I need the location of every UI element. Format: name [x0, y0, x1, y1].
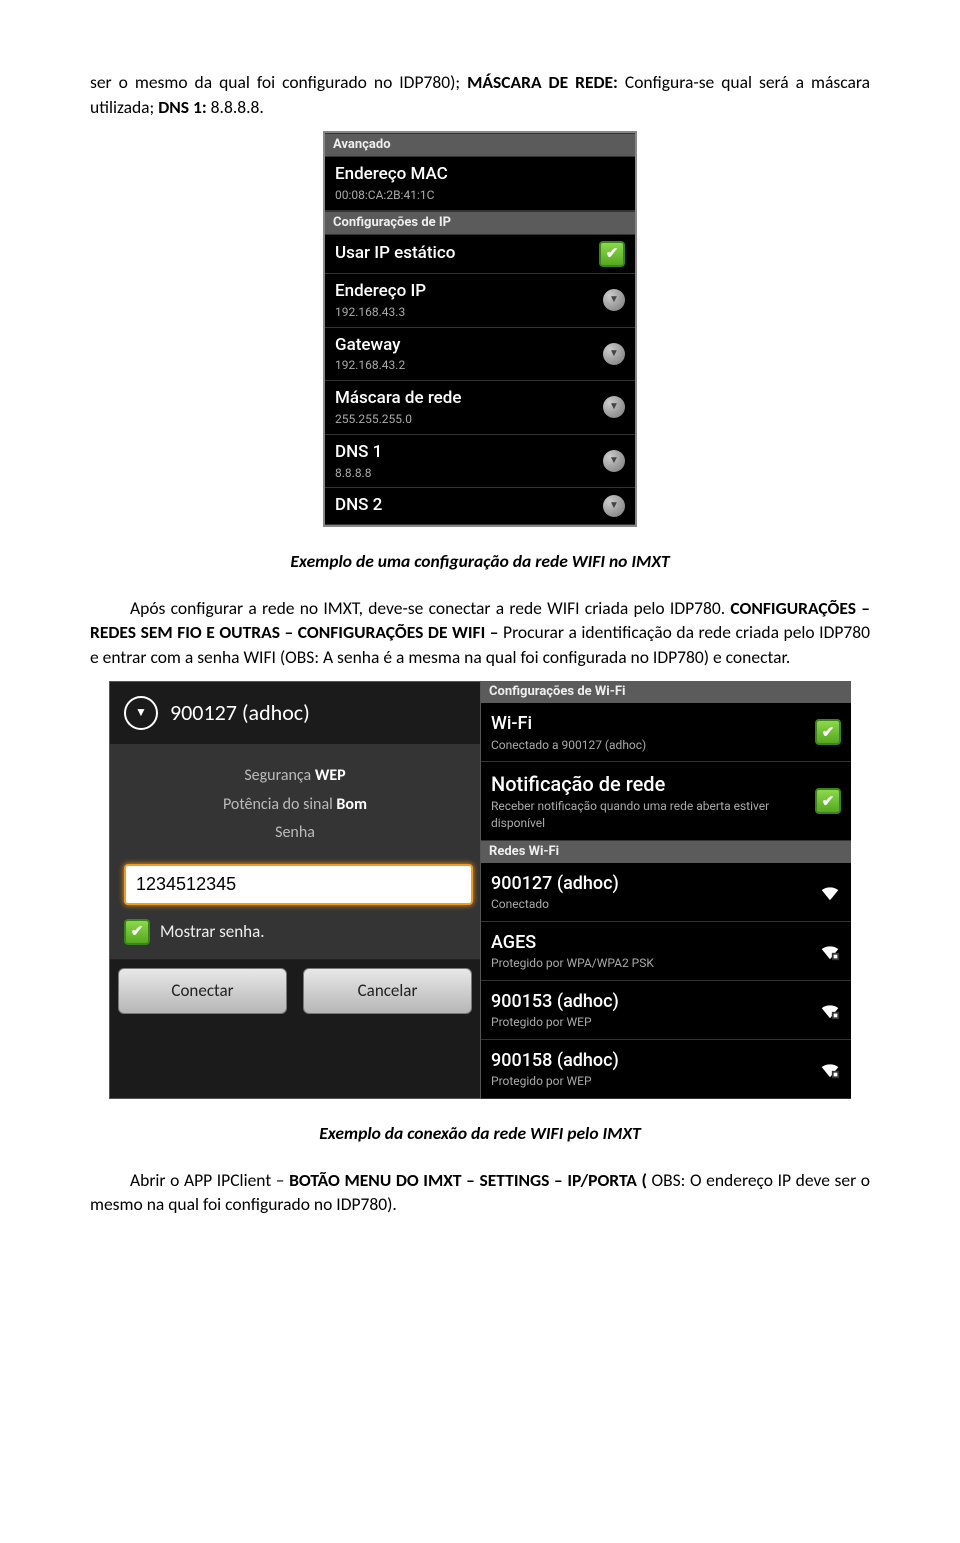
chevron-down-icon: [603, 450, 625, 472]
gateway-title: Gateway: [335, 334, 603, 358]
security-value: WEP: [315, 766, 346, 785]
screenshot-advanced-settings: Avançado Endereço MAC 00:08:CA:2B:41:1C …: [90, 131, 870, 527]
row-netmask[interactable]: Máscara de rede 255.255.255.0: [325, 381, 635, 435]
signal-label: Potência do sinal: [223, 795, 333, 814]
row-wifi-toggle[interactable]: Wi-Fi Conectado a 900127 (adhoc): [481, 703, 851, 762]
mac-value: 00:08:CA:2B:41:1C: [335, 187, 625, 204]
row-dns1[interactable]: DNS 1 8.8.8.8: [325, 435, 635, 489]
checkbox-notification[interactable]: [815, 788, 841, 814]
cancel-button[interactable]: Cancelar: [303, 968, 472, 1014]
row-network-notification[interactable]: Notificação de rede Receber notificação …: [481, 762, 851, 841]
notif-sub: Receber notificação quando uma rede aber…: [491, 798, 815, 832]
net1-sub: Conectado: [491, 896, 813, 913]
security-label: Segurança: [244, 766, 311, 785]
wifi-title: Wi-Fi: [491, 711, 815, 736]
intro-mascara-bold: MÁSCARA DE REDE:: [467, 71, 618, 93]
netmask-title: Máscara de rede: [335, 387, 603, 411]
netmask-value: 255.255.255.0: [335, 411, 603, 428]
wifi-signal-locked-icon: [819, 999, 841, 1021]
password-input[interactable]: [124, 864, 473, 905]
wifi-signal-locked-icon: [819, 940, 841, 962]
gateway-value: 192.168.43.2: [335, 357, 603, 374]
show-password-label: Mostrar senha.: [160, 920, 265, 944]
row-ip-address[interactable]: Endereço IP 192.168.43.3: [325, 274, 635, 328]
p3-a: Abrir o APP IPClient –: [130, 1169, 289, 1191]
net2-sub: Protegido por WPA/WPA2 PSK: [491, 955, 813, 972]
signal-value: Bom: [336, 795, 367, 814]
net3-title: 900153 (adhoc): [491, 989, 813, 1014]
mac-title: Endereço MAC: [335, 163, 625, 187]
connect-button[interactable]: Conectar: [118, 968, 287, 1014]
intro-dns-bold: DNS 1:: [158, 96, 206, 118]
net1-title: 900127 (adhoc): [491, 871, 813, 896]
dns2-title: DNS 2: [335, 494, 603, 518]
checkbox-wifi-on[interactable]: [815, 719, 841, 745]
wifi-sub: Conectado a 900127 (adhoc): [491, 737, 815, 754]
static-ip-title: Usar IP estático: [335, 242, 599, 266]
net2-title: AGES: [491, 930, 813, 955]
net3-sub: Protegido por WEP: [491, 1014, 813, 1031]
security-line: Segurança WEP: [124, 765, 466, 787]
dialog-title: 900127 (adhoc): [170, 698, 310, 729]
net4-sub: Protegido por WEP: [491, 1073, 813, 1090]
chevron-down-icon: [603, 343, 625, 365]
network-item-900153[interactable]: 900153 (adhoc) Protegido por WEP: [481, 981, 851, 1040]
row-dns2[interactable]: DNS 2: [325, 488, 635, 525]
chevron-down-icon: [603, 396, 625, 418]
header-avancado: Avançado: [325, 133, 635, 157]
paragraph-app: Abrir o APP IPClient – BOTÃO MENU DO IMX…: [90, 1168, 870, 1217]
signal-line: Potência do sinal Bom: [124, 794, 466, 816]
wifi-settings-panel: Configurações de Wi-Fi Wi-Fi Conectado a…: [481, 681, 851, 1099]
chevron-down-icon: [603, 495, 625, 517]
ip-value: 192.168.43.3: [335, 304, 603, 321]
header-ip-config: Configurações de IP: [325, 211, 635, 235]
dns1-value: 8.8.8.8: [335, 465, 603, 482]
dialog-header: 900127 (adhoc): [110, 682, 480, 745]
intro-text-a: ser o mesmo da qual foi configurado no I…: [90, 71, 467, 93]
ip-title: Endereço IP: [335, 280, 603, 304]
p2-a: Após configurar a rede no IMXT, deve-se …: [130, 597, 730, 619]
dns1-title: DNS 1: [335, 441, 603, 465]
net4-title: 900158 (adhoc): [491, 1048, 813, 1073]
p3-b: BOTÃO MENU DO IMXT – SETTINGS – IP/PORTA…: [289, 1169, 647, 1191]
wifi-signal-icon: [819, 881, 841, 903]
caption-shot1: Exemplo de uma configuração da rede WIFI…: [90, 549, 870, 574]
dialog-button-row: Conectar Cancelar: [110, 959, 480, 1022]
checkbox-show-password[interactable]: [124, 919, 150, 945]
paragraph-connect: Após configurar a rede no IMXT, deve-se …: [90, 596, 870, 670]
connect-dialog: 900127 (adhoc) Segurança WEP Potência do…: [109, 681, 481, 1099]
wifi-settings-header: Configurações de Wi-Fi: [481, 681, 851, 703]
network-item-900127[interactable]: 900127 (adhoc) Conectado: [481, 863, 851, 922]
chevron-down-icon: [603, 289, 625, 311]
row-mac[interactable]: Endereço MAC 00:08:CA:2B:41:1C: [325, 157, 635, 211]
row-static-ip[interactable]: Usar IP estático: [325, 235, 635, 274]
chevron-down-icon: [124, 696, 158, 730]
caption-shot2: Exemplo da conexão da rede WIFI pelo IMX…: [90, 1121, 870, 1146]
password-label: Senha: [124, 822, 466, 844]
network-item-ages[interactable]: AGES Protegido por WPA/WPA2 PSK: [481, 922, 851, 981]
wifi-networks-header: Redes Wi-Fi: [481, 841, 851, 863]
row-gateway[interactable]: Gateway 192.168.43.2: [325, 328, 635, 382]
show-password-row[interactable]: Mostrar senha.: [124, 919, 466, 945]
network-item-900158[interactable]: 900158 (adhoc) Protegido por WEP: [481, 1040, 851, 1099]
checkbox-static-ip[interactable]: [599, 241, 625, 267]
screenshot-wifi-pair: 900127 (adhoc) Segurança WEP Potência do…: [90, 681, 870, 1099]
intro-text-e: 8.8.8.8.: [211, 96, 264, 118]
wifi-signal-locked-icon: [819, 1058, 841, 1080]
intro-paragraph: ser o mesmo da qual foi configurado no I…: [90, 70, 870, 119]
notif-title: Notificação de rede: [491, 770, 815, 798]
